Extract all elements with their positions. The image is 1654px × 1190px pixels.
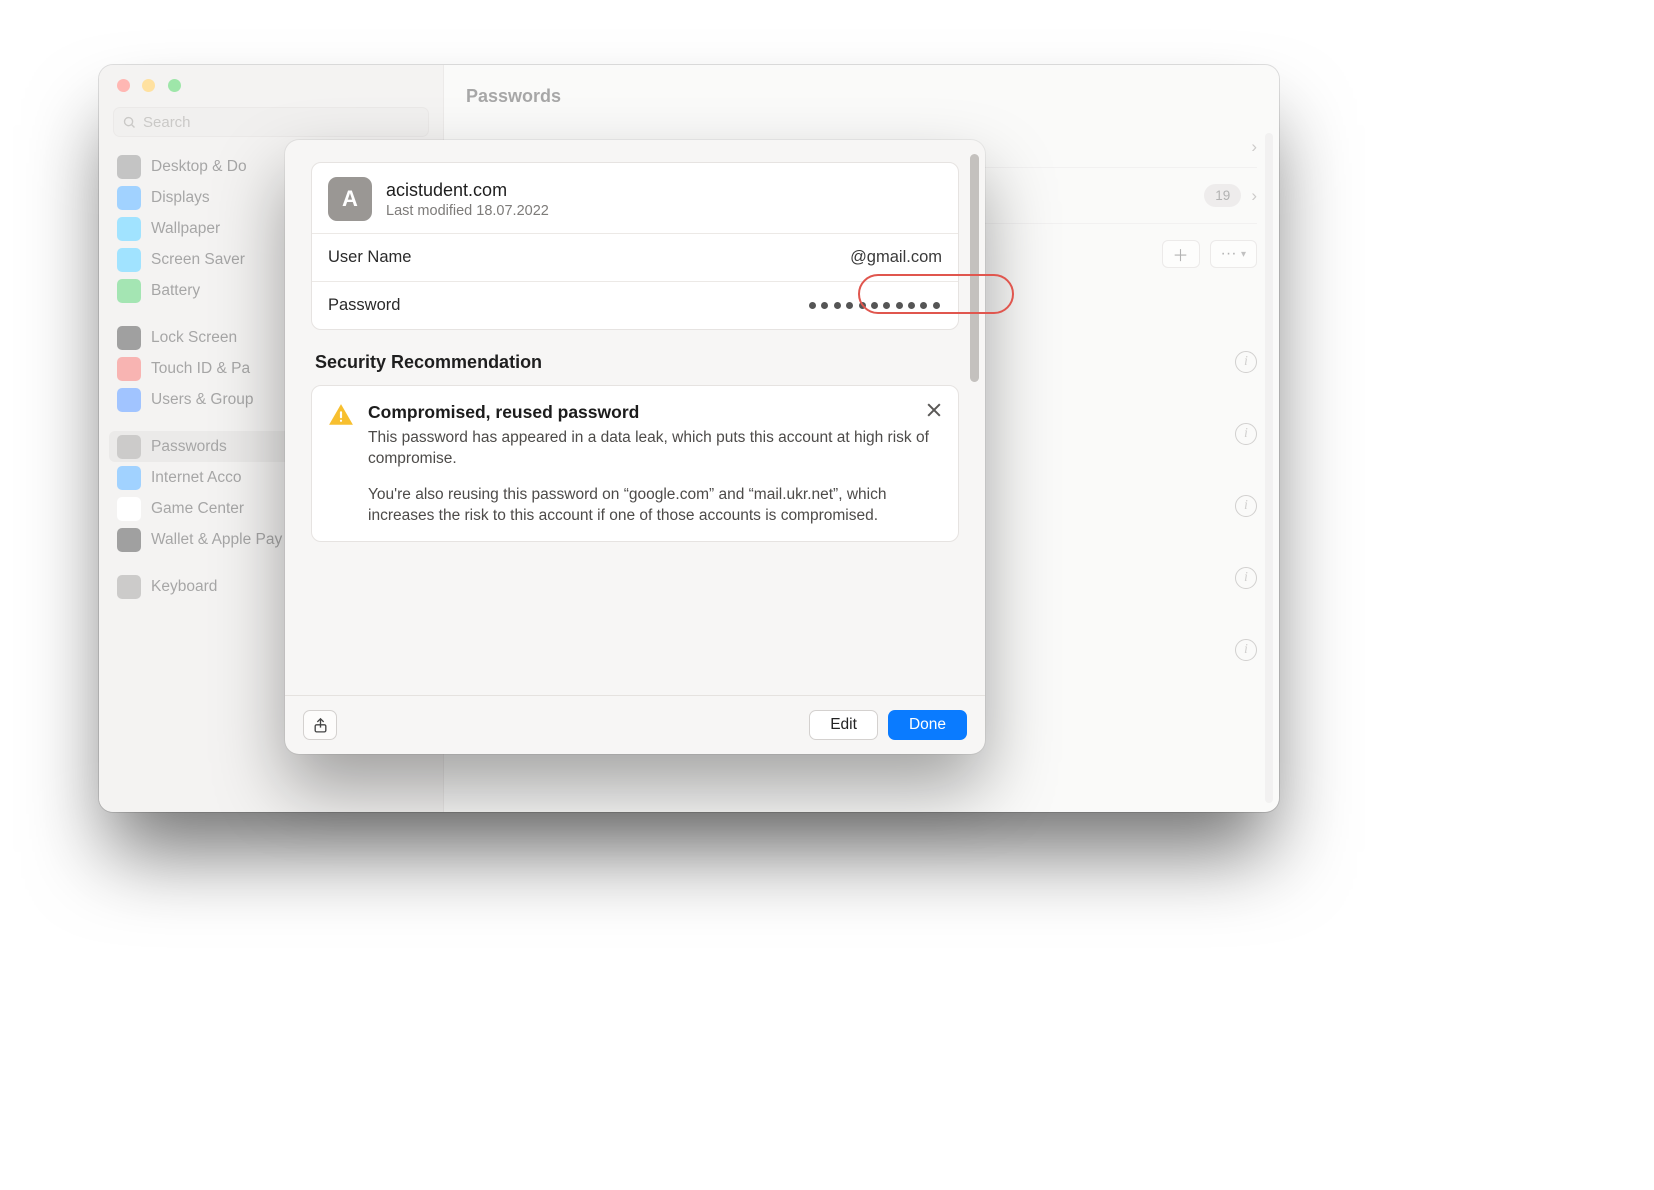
info-icon[interactable]: i [1235, 495, 1257, 517]
page-title: Passwords [444, 65, 1279, 127]
warning-title: Compromised, reused password [368, 402, 942, 423]
sidebar-item-icon [117, 326, 141, 350]
chevron-right-icon: › [1251, 186, 1257, 206]
warning-text-1: This password has appeared in a data lea… [368, 427, 942, 470]
sidebar-item-icon [117, 497, 141, 521]
password-row[interactable]: Password [312, 281, 958, 329]
close-window-button[interactable] [117, 79, 130, 92]
sidebar-item-icon [117, 217, 141, 241]
username-row[interactable]: User Name @gmail.com [312, 233, 958, 281]
scrollbar[interactable] [1265, 133, 1273, 803]
credentials-card: A acistudent.com Last modified 18.07.202… [311, 162, 959, 330]
sidebar-item-label: Game Center [151, 500, 244, 518]
sidebar-item-label: Displays [151, 189, 210, 207]
sidebar-item-icon [117, 248, 141, 272]
site-favicon: A [328, 177, 372, 221]
dismiss-warning-button[interactable] [924, 400, 944, 420]
warning-text-2: You're also reusing this password on “go… [368, 484, 942, 527]
sidebar-item-label: Lock Screen [151, 329, 237, 347]
minimize-window-button[interactable] [142, 79, 155, 92]
sidebar-item-icon [117, 279, 141, 303]
search-placeholder: Search [143, 114, 191, 131]
fullscreen-window-button[interactable] [168, 79, 181, 92]
sidebar-item-label: Touch ID & Pa [151, 360, 250, 378]
count-badge: 19 [1204, 184, 1241, 207]
sidebar-item-icon [117, 186, 141, 210]
warning-icon [328, 402, 354, 527]
password-masked-value [807, 302, 942, 309]
info-icon[interactable]: i [1235, 639, 1257, 661]
sidebar-item-icon [117, 528, 141, 552]
sidebar-item-icon [117, 466, 141, 490]
search-icon [122, 115, 137, 130]
site-name: acistudent.com [386, 180, 549, 201]
share-icon [312, 717, 329, 734]
sidebar-item-icon [117, 575, 141, 599]
password-detail-sheet: A acistudent.com Last modified 18.07.202… [285, 140, 985, 754]
password-label: Password [328, 296, 400, 315]
chevron-right-icon: › [1251, 137, 1257, 157]
info-icon[interactable]: i [1235, 423, 1257, 445]
add-button[interactable]: ＋ [1162, 240, 1200, 268]
sidebar-item-label: Screen Saver [151, 251, 245, 269]
sidebar-item-label: Battery [151, 282, 200, 300]
done-button[interactable]: Done [888, 710, 967, 740]
traffic-lights [99, 65, 443, 107]
sidebar-item-label: Keyboard [151, 578, 217, 596]
sidebar-item-label: Desktop & Do [151, 158, 247, 176]
last-modified-label: Last modified 18.07.2022 [386, 203, 549, 219]
edit-button[interactable]: Edit [809, 710, 878, 740]
sidebar-item-icon [117, 388, 141, 412]
username-label: User Name [328, 248, 411, 267]
sidebar-item-label: Users & Group [151, 391, 254, 409]
sidebar-item-icon [117, 155, 141, 179]
sidebar-item-icon [117, 357, 141, 381]
sidebar-item-icon [117, 435, 141, 459]
security-warning-card: Compromised, reused password This passwo… [311, 385, 959, 542]
share-button[interactable] [303, 710, 337, 740]
more-button[interactable]: ··· ▾ [1210, 240, 1257, 268]
scrollbar[interactable] [970, 154, 979, 382]
security-section-title: Security Recommendation [311, 330, 959, 385]
sidebar-item-label: Internet Acco [151, 469, 241, 487]
sheet-footer: Edit Done [285, 695, 985, 754]
sidebar-item-label: Wallet & Apple Pay [151, 531, 282, 549]
info-icon[interactable]: i [1235, 567, 1257, 589]
search-input[interactable]: Search [113, 107, 429, 137]
info-icon[interactable]: i [1235, 351, 1257, 373]
sidebar-item-label: Wallpaper [151, 220, 220, 238]
username-value: @gmail.com [850, 248, 942, 267]
sidebar-item-label: Passwords [151, 438, 227, 456]
